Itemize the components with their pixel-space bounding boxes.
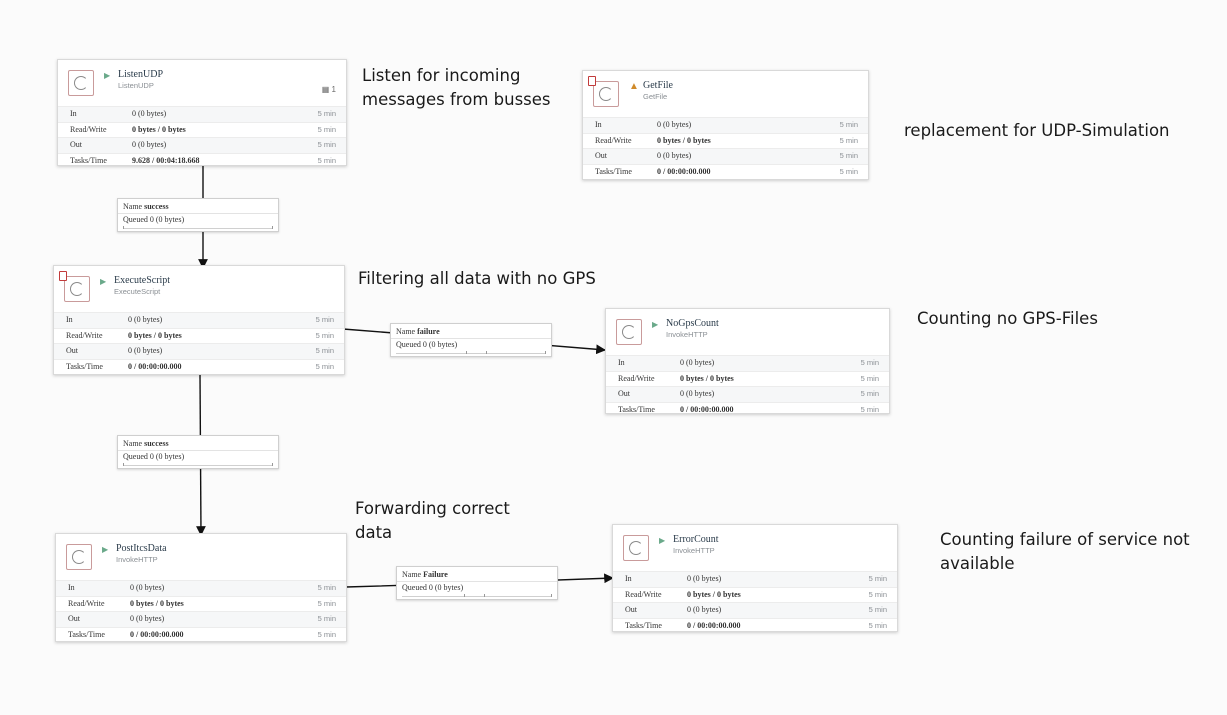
stat-row-in: In 0 (0 bytes) 5 min (583, 117, 868, 133)
stat-row-in: In 0 (0 bytes) 5 min (54, 312, 344, 328)
connection-success-2[interactable]: Name success Queued 0 (0 bytes) (117, 435, 279, 469)
processor-listenudp[interactable]: ▶ ListenUDP ListenUDP ▦ 1 In 0 (0 bytes) 5… (57, 59, 347, 166)
label-listen: Listen for incoming messages from busses (362, 66, 551, 109)
stat-row-out: Out 0 (0 bytes) 5 min (583, 148, 868, 164)
stat-row-read-write: Read/Write 0 bytes / 0 bytes 5 min (56, 595, 346, 612)
stat-row-tasks-time: Tasks/Time 9.628 / 00:04:18.668 5 min (58, 152, 346, 169)
stat-row-tasks-time: Tasks/Time 0 / 00:00:00.000 5 min (54, 358, 344, 375)
processor-icon (64, 276, 90, 302)
stat-row-out: Out 0 (0 bytes) 5 min (613, 602, 897, 618)
processor-type: GetFile (643, 92, 668, 101)
processor-icon (593, 81, 619, 107)
stat-row-read-write: Read/Write 0 bytes / 0 bytes 5 min (613, 586, 897, 603)
running-icon: ▶ (100, 277, 107, 286)
processor-type: InvokeHTTP (673, 546, 715, 555)
active-threads-badge: ▦ 1 (321, 85, 336, 94)
running-icon: ▶ (652, 320, 659, 329)
processor-getfile[interactable]: ▲ GetFile GetFile In 0 (0 bytes) 5 min Rea… (582, 70, 869, 180)
processor-type: InvokeHTTP (666, 330, 708, 339)
stat-row-in: In 0 (0 bytes) 5 min (56, 580, 346, 596)
processor-name: ExecuteScript (114, 275, 171, 286)
processor-icon (623, 535, 649, 561)
stat-row-tasks-time: Tasks/Time 0 / 00:00:00.000 5 min (606, 401, 889, 418)
processor-name: ListenUDP (118, 69, 163, 80)
stat-row-out: Out 0 (0 bytes) 5 min (606, 386, 889, 402)
processor-type: ListenUDP (118, 81, 154, 90)
label-counting-failure: Counting failure of service not availabl… (940, 530, 1190, 573)
processor-name: GetFile (643, 80, 673, 91)
running-icon: ▶ (659, 536, 666, 545)
connection-failure[interactable]: Name failure Queued 0 (0 bytes) (390, 323, 552, 357)
processor-icon (616, 319, 642, 345)
label-replacement: replacement for UDP-Simulation (904, 121, 1170, 140)
label-forwarding: Forwarding correct data (355, 499, 510, 542)
stat-row-out: Out 0 (0 bytes) 5 min (54, 343, 344, 359)
processor-errorcount[interactable]: ▶ ErrorCount InvokeHTTP In 0 (0 bytes) 5 m… (612, 524, 898, 632)
stat-row-out: Out 0 (0 bytes) 5 min (56, 611, 346, 627)
flow-canvas[interactable]: ▶ ListenUDP ListenUDP ▦ 1 In 0 (0 bytes) 5… (0, 0, 1227, 715)
invalid-flag-icon (59, 271, 67, 281)
processor-icon (66, 544, 92, 570)
stat-row-tasks-time: Tasks/Time 0 / 00:00:00.000 5 min (56, 626, 346, 643)
invalid-flag-icon (588, 76, 596, 86)
processor-executescript[interactable]: ▶ ExecuteScript ExecuteScript In 0 (0 byt… (53, 265, 345, 375)
processor-type: InvokeHTTP (116, 555, 158, 564)
label-filtering: Filtering all data with no GPS (358, 269, 596, 288)
threads-icon: ▦ (321, 85, 330, 94)
warning-icon: ▲ (629, 81, 639, 92)
processor-name: ErrorCount (673, 534, 719, 545)
queue-bar (402, 594, 552, 597)
stat-row-read-write: Read/Write 0 bytes / 0 bytes 5 min (58, 121, 346, 138)
running-icon: ▶ (102, 545, 109, 554)
stat-row-tasks-time: Tasks/Time 0 / 00:00:00.000 5 min (613, 617, 897, 634)
stat-row-read-write: Read/Write 0 bytes / 0 bytes 5 min (54, 327, 344, 344)
connection-success-1[interactable]: Name success Queued 0 (0 bytes) (117, 198, 279, 232)
queue-bar (123, 226, 273, 229)
processor-nogpscount[interactable]: ▶ NoGpsCount InvokeHTTP In 0 (0 bytes) 5 m… (605, 308, 890, 414)
processor-icon (68, 70, 94, 96)
queue-bar (123, 463, 273, 466)
stat-row-read-write: Read/Write 0 bytes / 0 bytes 5 min (606, 370, 889, 387)
processor-type: ExecuteScript (114, 287, 161, 296)
processor-name: PostItcsData (116, 543, 167, 554)
label-counting-no-gps: Counting no GPS-Files (917, 309, 1098, 328)
connection-failure-2[interactable]: Name Failure Queued 0 (0 bytes) (396, 566, 558, 600)
stat-row-in: In 0 (0 bytes) 5 min (606, 355, 889, 371)
processor-postitcsdata[interactable]: ▶ PostItcsData InvokeHTTP In 0 (0 bytes) 5… (55, 533, 347, 642)
queue-bar (396, 351, 546, 354)
stat-row-tasks-time: Tasks/Time 0 / 00:00:00.000 5 min (583, 163, 868, 180)
stat-row-read-write: Read/Write 0 bytes / 0 bytes 5 min (583, 132, 868, 149)
stat-row-out: Out 0 (0 bytes) 5 min (58, 137, 346, 153)
stat-row-in: In 0 (0 bytes) 5 min (613, 571, 897, 587)
running-icon: ▶ (104, 71, 111, 80)
processor-name: NoGpsCount (666, 318, 719, 329)
stat-row-in: In 0 (0 bytes) 5 min (58, 106, 346, 122)
